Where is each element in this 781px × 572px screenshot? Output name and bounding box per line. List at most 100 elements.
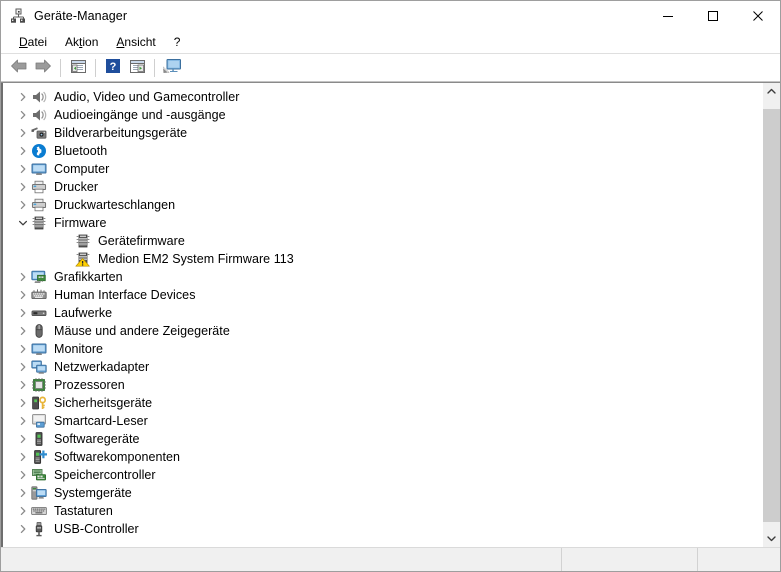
storage-controller-icon: [31, 467, 47, 483]
device-tree-pane[interactable]: Audio, Video und GamecontrollerAudioeing…: [1, 83, 762, 547]
chevron-right-icon[interactable]: [15, 466, 31, 484]
tree-item-smartcard-leser[interactable]: Smartcard-Leser: [3, 412, 762, 430]
chevron-right-icon[interactable]: [15, 340, 31, 358]
tree-item-label: Mäuse und andere Zeigegeräte: [54, 324, 230, 338]
maximize-button[interactable]: [690, 1, 735, 31]
device-manager-icon: [10, 8, 26, 24]
scan-monitor-icon: [162, 58, 182, 78]
menu-ansicht[interactable]: Ansicht: [107, 33, 164, 51]
tree-item-label: Bluetooth: [54, 144, 107, 158]
chevron-right-icon[interactable]: [15, 88, 31, 106]
tree-item-label: Monitore: [54, 342, 103, 356]
chevron-right-icon[interactable]: [15, 142, 31, 160]
tree-item-systemgeraete[interactable]: Systemgeräte: [3, 484, 762, 502]
chevron-right-icon[interactable]: [15, 304, 31, 322]
tree-item-label: Tastaturen: [54, 504, 113, 518]
tree-item-druckwarteschlangen[interactable]: Druckwarteschlangen: [3, 196, 762, 214]
tree-item-usb-controller[interactable]: USB-Controller: [3, 520, 762, 538]
tree-item-laufwerke[interactable]: Laufwerke: [3, 304, 762, 322]
tree-item-grafikkarten[interactable]: Grafikkarten: [3, 268, 762, 286]
tree-item-label: Prozessoren: [54, 378, 125, 392]
chevron-right-icon[interactable]: [15, 106, 31, 124]
minimize-button[interactable]: [645, 1, 690, 31]
tree-item-human-interface-devices[interactable]: Human Interface Devices: [3, 286, 762, 304]
chip-icon: [75, 233, 91, 249]
tree-item-tastaturen[interactable]: Tastaturen: [3, 502, 762, 520]
toolbar-separator: [154, 59, 155, 77]
chevron-right-icon[interactable]: [15, 394, 31, 412]
scroll-down-arrow[interactable]: [763, 530, 780, 547]
properties-window-icon: [129, 59, 146, 77]
close-button[interactable]: [735, 1, 780, 31]
tree-item-bluetooth[interactable]: Bluetooth: [3, 142, 762, 160]
tree-item-softwaregeraete[interactable]: Softwaregeräte: [3, 430, 762, 448]
chevron-right-icon[interactable]: [15, 520, 31, 538]
tree-item-netzwerkadapter[interactable]: Netzwerkadapter: [3, 358, 762, 376]
scan-hardware-changes-button[interactable]: [160, 57, 184, 79]
tree-item-bildverarbeitungsgeraete[interactable]: Bildverarbeitungsgeräte: [3, 124, 762, 142]
menu-datei[interactable]: Datei: [10, 33, 56, 51]
tree-item-label: USB-Controller: [54, 522, 139, 536]
menu-aktion[interactable]: Aktion: [56, 33, 107, 51]
menu-help[interactable]: ?: [165, 33, 190, 51]
tree-item-medion-em2-system-firmware-113[interactable]: Medion EM2 System Firmware 113: [3, 250, 762, 268]
tree-item-maeuse-zeigegeraete[interactable]: Mäuse und andere Zeigegeräte: [3, 322, 762, 340]
tree-item-label: Gerätefirmware: [98, 234, 185, 248]
chevron-right-icon[interactable]: [15, 502, 31, 520]
properties-button[interactable]: [125, 57, 149, 79]
vertical-scrollbar[interactable]: [762, 83, 780, 547]
tool-bar: ?: [1, 54, 780, 82]
back-button[interactable]: [7, 57, 31, 79]
help-button[interactable]: ?: [101, 57, 125, 79]
status-pane-second: [561, 548, 697, 571]
tree-item-label: Speichercontroller: [54, 468, 156, 482]
tree-item-label: Human Interface Devices: [54, 288, 196, 302]
tree-item-sicherheitsgeraete[interactable]: Sicherheitsgeräte: [3, 394, 762, 412]
content-area: Audio, Video und GamecontrollerAudioeing…: [1, 82, 780, 547]
tree-item-speichercontroller[interactable]: Speichercontroller: [3, 466, 762, 484]
chevron-right-icon[interactable]: [15, 178, 31, 196]
chevron-right-icon[interactable]: [15, 196, 31, 214]
tree-item-prozessoren[interactable]: Prozessoren: [3, 376, 762, 394]
tree-item-computer[interactable]: Computer: [3, 160, 762, 178]
show-hide-console-tree-button[interactable]: [66, 57, 90, 79]
system-device-icon: [31, 485, 47, 501]
chip-icon: [31, 215, 47, 231]
scroll-up-arrow[interactable]: [763, 83, 780, 100]
tree-item-audioeingaenge-ausgaenge[interactable]: Audioeingänge und -ausgänge: [3, 106, 762, 124]
status-pane-message: [1, 548, 561, 571]
chevron-right-icon[interactable]: [15, 160, 31, 178]
processor-icon: [31, 377, 47, 393]
chevron-right-icon[interactable]: [15, 286, 31, 304]
tree-item-firmware[interactable]: Firmware: [3, 214, 762, 232]
status-message-text: [1, 548, 561, 552]
chevron-right-icon[interactable]: [15, 448, 31, 466]
forward-button[interactable]: [31, 57, 55, 79]
chevron-right-icon[interactable]: [15, 358, 31, 376]
keyboard-icon: [31, 503, 47, 519]
tree-item-label: Firmware: [54, 216, 106, 230]
chevron-right-icon[interactable]: [15, 430, 31, 448]
scroll-track[interactable]: [763, 100, 780, 530]
chevron-right-icon[interactable]: [15, 124, 31, 142]
chevron-right-icon[interactable]: [15, 412, 31, 430]
toolbar-separator: [60, 59, 61, 77]
window-title: Geräte-Manager: [34, 9, 127, 23]
scroll-thumb[interactable]: [763, 109, 780, 522]
tree-item-geraetefirmware[interactable]: Gerätefirmware: [3, 232, 762, 250]
tree-item-label: Laufwerke: [54, 306, 112, 320]
tree-item-softwarekomponenten[interactable]: Softwarekomponenten: [3, 448, 762, 466]
console-tree-icon: [70, 59, 87, 77]
tree-item-monitore[interactable]: Monitore: [3, 340, 762, 358]
tree-item-drucker[interactable]: Drucker: [3, 178, 762, 196]
chevron-down-icon[interactable]: [15, 214, 31, 232]
chevron-right-icon[interactable]: [15, 322, 31, 340]
chevron-right-icon[interactable]: [15, 376, 31, 394]
chevron-right-icon[interactable]: [15, 268, 31, 286]
status-bar: [1, 547, 780, 571]
network-adapter-icon: [31, 359, 47, 375]
speaker-icon: [31, 89, 47, 105]
tree-item-audio-video-gamecontroller[interactable]: Audio, Video und Gamecontroller: [3, 88, 762, 106]
tree-item-label: Bildverarbeitungsgeräte: [54, 126, 187, 140]
chevron-right-icon[interactable]: [15, 484, 31, 502]
